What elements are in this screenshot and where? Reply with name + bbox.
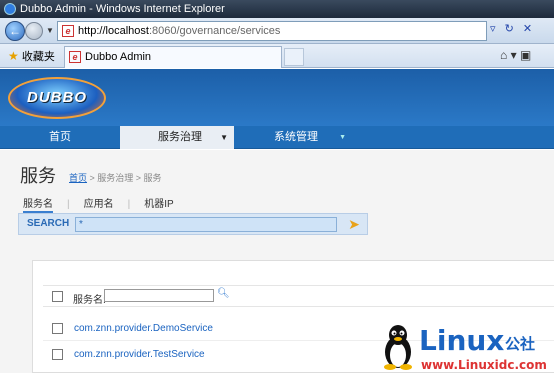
tab-service-name[interactable]: 服务名 xyxy=(23,195,53,213)
tab-app-name[interactable]: 应用名 xyxy=(84,195,114,210)
tab-divider: | xyxy=(127,199,131,210)
caret-down-icon: ▼ xyxy=(220,133,228,142)
caret-down-icon: ▼ xyxy=(339,134,346,141)
tab-title: Dubbo Admin xyxy=(85,51,152,63)
service-link[interactable]: com.znn.provider.DemoService xyxy=(74,323,213,334)
table-header: 服务名: 🔍︎ xyxy=(43,285,554,307)
window-titlebar: Dubbo Admin - Windows Internet Explorer xyxy=(0,0,554,18)
page-title: 服务 xyxy=(20,166,56,186)
search-icon[interactable]: 🔍︎ xyxy=(217,288,230,299)
compat-view-icon[interactable]: ▿ xyxy=(490,23,496,35)
favorites-button[interactable]: ★ 收藏夹 xyxy=(8,48,55,64)
menu-governance[interactable]: 服务治理 ▼ xyxy=(120,126,234,149)
address-host: http://localhost xyxy=(78,25,149,37)
menu-governance-label: 服务治理 xyxy=(158,131,202,143)
navigation-bar: ← ▼ e http://localhost:8060/governance/s… xyxy=(0,18,554,44)
stop-icon[interactable]: ✕ xyxy=(523,23,532,35)
refresh-icon[interactable]: ↻ xyxy=(505,23,514,35)
menu-system[interactable]: 系统管理 ▼ xyxy=(234,126,354,149)
address-path: :8060/governance/services xyxy=(148,25,281,37)
menu-system-label: 系统管理 xyxy=(274,131,318,143)
watermark-url: www.Linuxidc.com xyxy=(421,358,547,372)
penguin-icon xyxy=(384,325,412,370)
star-icon: ★ xyxy=(8,49,19,63)
breadcrumb-home-link[interactable]: 首页 xyxy=(69,173,87,183)
tab-machine-ip[interactable]: 机器IP xyxy=(144,195,173,210)
browser-tab[interactable]: e Dubbo Admin xyxy=(64,46,282,68)
search-type-tabs: 服务名 | 应用名 | 机器IP xyxy=(23,195,188,213)
main-menu: 首页 服务治理 ▼ 系统管理 ▼ xyxy=(0,126,554,149)
search-bar: SEARCH ➤ xyxy=(18,213,368,235)
address-tools: ▿ ↻ ✕ xyxy=(490,22,538,35)
watermark-title: Linux xyxy=(419,324,505,357)
dubbo-logo[interactable]: DUBBO xyxy=(8,77,106,119)
column-service-name: 服务名: xyxy=(73,295,106,306)
select-all-checkbox[interactable] xyxy=(52,291,63,302)
back-button[interactable]: ← xyxy=(5,21,25,41)
search-input[interactable] xyxy=(75,217,337,232)
service-filter-input[interactable] xyxy=(104,289,214,302)
search-arrow-icon[interactable]: ➤ xyxy=(345,217,363,232)
favorites-bar: ★ 收藏夹 e Dubbo Admin ⌂ ▾ ▣ xyxy=(0,44,554,68)
favorites-label: 收藏夹 xyxy=(21,51,55,63)
breadcrumb: 首页 > 服务治理 > 服务 xyxy=(69,171,162,184)
forward-button[interactable] xyxy=(25,22,43,40)
ie-logo-icon xyxy=(4,3,16,15)
watermark-suffix: 公社 xyxy=(505,336,536,353)
history-dropdown-icon[interactable]: ▼ xyxy=(46,26,54,35)
address-bar[interactable]: e http://localhost:8060/governance/servi… xyxy=(57,21,487,41)
home-icon[interactable]: ⌂ ▾ ▣ xyxy=(500,48,531,62)
breadcrumb-trail: > 服务治理 > 服务 xyxy=(87,173,162,183)
tab-divider: | xyxy=(67,199,70,210)
app-header: DUBBO xyxy=(0,69,554,126)
service-link[interactable]: com.znn.provider.TestService xyxy=(74,349,205,360)
watermark: Linux 公社 www.Linuxidc.com xyxy=(381,324,554,373)
site-favicon-icon: e xyxy=(62,25,74,37)
search-label: SEARCH xyxy=(27,218,70,229)
tab-favicon-icon: e xyxy=(69,51,81,63)
window-title: Dubbo Admin - Windows Internet Explorer xyxy=(20,3,225,15)
menu-home[interactable]: 首页 xyxy=(0,126,120,149)
row-checkbox[interactable] xyxy=(52,323,63,334)
new-tab-button[interactable] xyxy=(284,48,304,66)
row-checkbox[interactable] xyxy=(52,349,63,360)
